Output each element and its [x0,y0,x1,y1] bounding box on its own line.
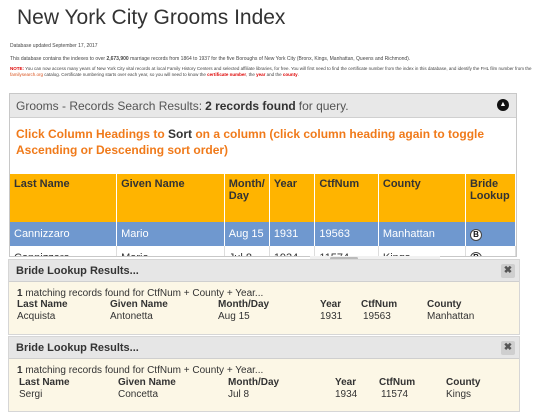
cell-month-day: Jul 8 [224,246,270,256]
col-header-given-name[interactable]: Given Name [116,174,225,222]
lookup-header: Bride Lookup Results... ✖ [9,337,519,359]
bride-lookup-button[interactable]: B [470,228,482,241]
lookup-val-last-name: Sergi [19,389,43,400]
lookup-col-last-name: Last Name [19,377,70,388]
page-title: New York City Grooms Index [17,6,286,29]
cell-year: 1934 [269,246,316,256]
col-header-last-name[interactable]: Last Name [10,174,118,222]
col-header-month-day[interactable]: Month/ Day [224,174,270,222]
results-suffix: for query. [298,98,349,113]
lookup-title: Bride Lookup Results... [16,341,139,354]
results-prefix: Grooms - Records Search Results: [16,98,203,113]
cell-county: Manhattan [378,222,467,246]
note-e: . [297,72,299,77]
cell-bride-lookup: B [465,246,516,256]
lookup-col-county: County [427,299,462,310]
lookup-val-month-day: Aug 15 [218,311,250,322]
results-table: Last Name Given Name Month/ Day Year Ctf… [10,174,516,256]
lookup-col-year: Year [335,377,357,388]
col-header-bride-lookup[interactable]: Bride Lookup [465,174,516,222]
intro-text: This database contains the indexes to ov… [10,56,410,62]
note-b: catalog. Certificate numbering starts ov… [43,72,208,77]
intro-b: marriage records from 1864 to 1937 for t… [128,56,411,62]
close-icon[interactable]: ✖ [501,341,515,355]
header-row: Last Name Given Name Month/ Day Year Ctf… [10,174,516,222]
lookup-col-given-name: Given Name [118,377,176,388]
lookup-val-year: 1934 [335,389,358,400]
cell-month-day: Aug 15 [224,222,270,246]
note-label: NOTE: [10,66,24,71]
lookup-col-last-name: Last Name [17,299,68,310]
lookup-val-month-day: Jul 8 [228,389,250,400]
lookup-count: 1 matching records found for CtfNum + Co… [17,288,263,299]
note-d: and the [265,72,283,77]
note-cert: certificate number [207,72,247,77]
lookup-header: Bride Lookup Results... ✖ [9,260,519,282]
note-county: county [282,72,298,77]
results-count: 2 records found [205,98,296,113]
hint-sort: Sort [168,127,193,141]
intro-a: This database contains the indexes to ov… [10,56,107,62]
bride-lookup-dialog: Bride Lookup Results... ✖ 1 matching rec… [8,259,520,335]
lookup-val-county: Kings [446,389,472,400]
note-c: , the [246,72,257,77]
note-text: NOTE: You can now access many years of N… [10,66,545,78]
lookup-col-month-day: Month/Day [218,299,270,310]
lookup-val-last-name: Acquista [17,311,56,322]
db-updated-date: Database updated September 17, 2017 [10,43,98,49]
col-header-ctfnum[interactable]: CtfNum [314,174,379,222]
familysearch-link[interactable]: familysearch.org [10,72,43,77]
lookup-col-given-name: Given Name [110,299,168,310]
cell-year: 1931 [269,222,316,246]
cell-last-name: Cannizzaro [10,222,118,246]
cell-bride-lookup: B [465,222,516,246]
collapse-icon[interactable]: ▲ [497,99,509,111]
lookup-col-ctfnum: CtfNum [379,377,416,388]
lookup-title: Bride Lookup Results... [16,264,139,277]
lookup-count-text: matching records found for CtfNum + Coun… [22,288,264,299]
col-header-year[interactable]: Year [269,174,316,222]
intro-count: 2,673,900 [106,56,129,62]
table-row[interactable]: Cannizzaro Mario Aug 15 1931 19563 Manha… [10,222,516,246]
lookup-col-month-day: Month/Day [228,377,280,388]
close-icon[interactable]: ✖ [501,264,515,278]
lookup-col-year: Year [320,299,342,310]
cell-given-name: Mario [116,246,225,256]
lookup-count-text: matching records found for CtfNum + Coun… [22,365,264,376]
bride-lookup-button[interactable]: B [470,252,482,256]
lookup-val-county: Manhattan [427,311,475,322]
cell-ctfnum: 19563 [314,222,379,246]
bride-lookup-dialog: Bride Lookup Results... ✖ 1 matching rec… [8,336,520,412]
sort-hint: Click Column Headings to Sort on a colum… [10,118,516,174]
cell-given-name: Mario [116,222,225,246]
lookup-col-county: County [446,377,481,388]
results-header: Grooms - Records Search Results: 2 recor… [10,94,516,118]
lookup-val-year: 1931 [320,311,343,322]
lookup-val-ctfnum: 19563 [363,311,391,322]
lookup-col-ctfnum: CtfNum [361,299,398,310]
col-header-county[interactable]: County [378,174,467,222]
cell-last-name: Cannizzaro [10,246,118,256]
lookup-count: 1 matching records found for CtfNum + Co… [17,365,263,376]
lookup-val-given-name: Concetta [118,389,159,400]
lookup-val-given-name: Antonetta [110,311,153,322]
results-panel: Grooms - Records Search Results: 2 recor… [9,93,517,257]
note-a: You can now access many years of New Yor… [24,66,532,71]
hint-a: Click Column Headings to [16,127,169,141]
database-updated-text: Database updated September 17, 2017 [10,43,98,49]
lookup-val-ctfnum: 11574 [381,389,409,400]
